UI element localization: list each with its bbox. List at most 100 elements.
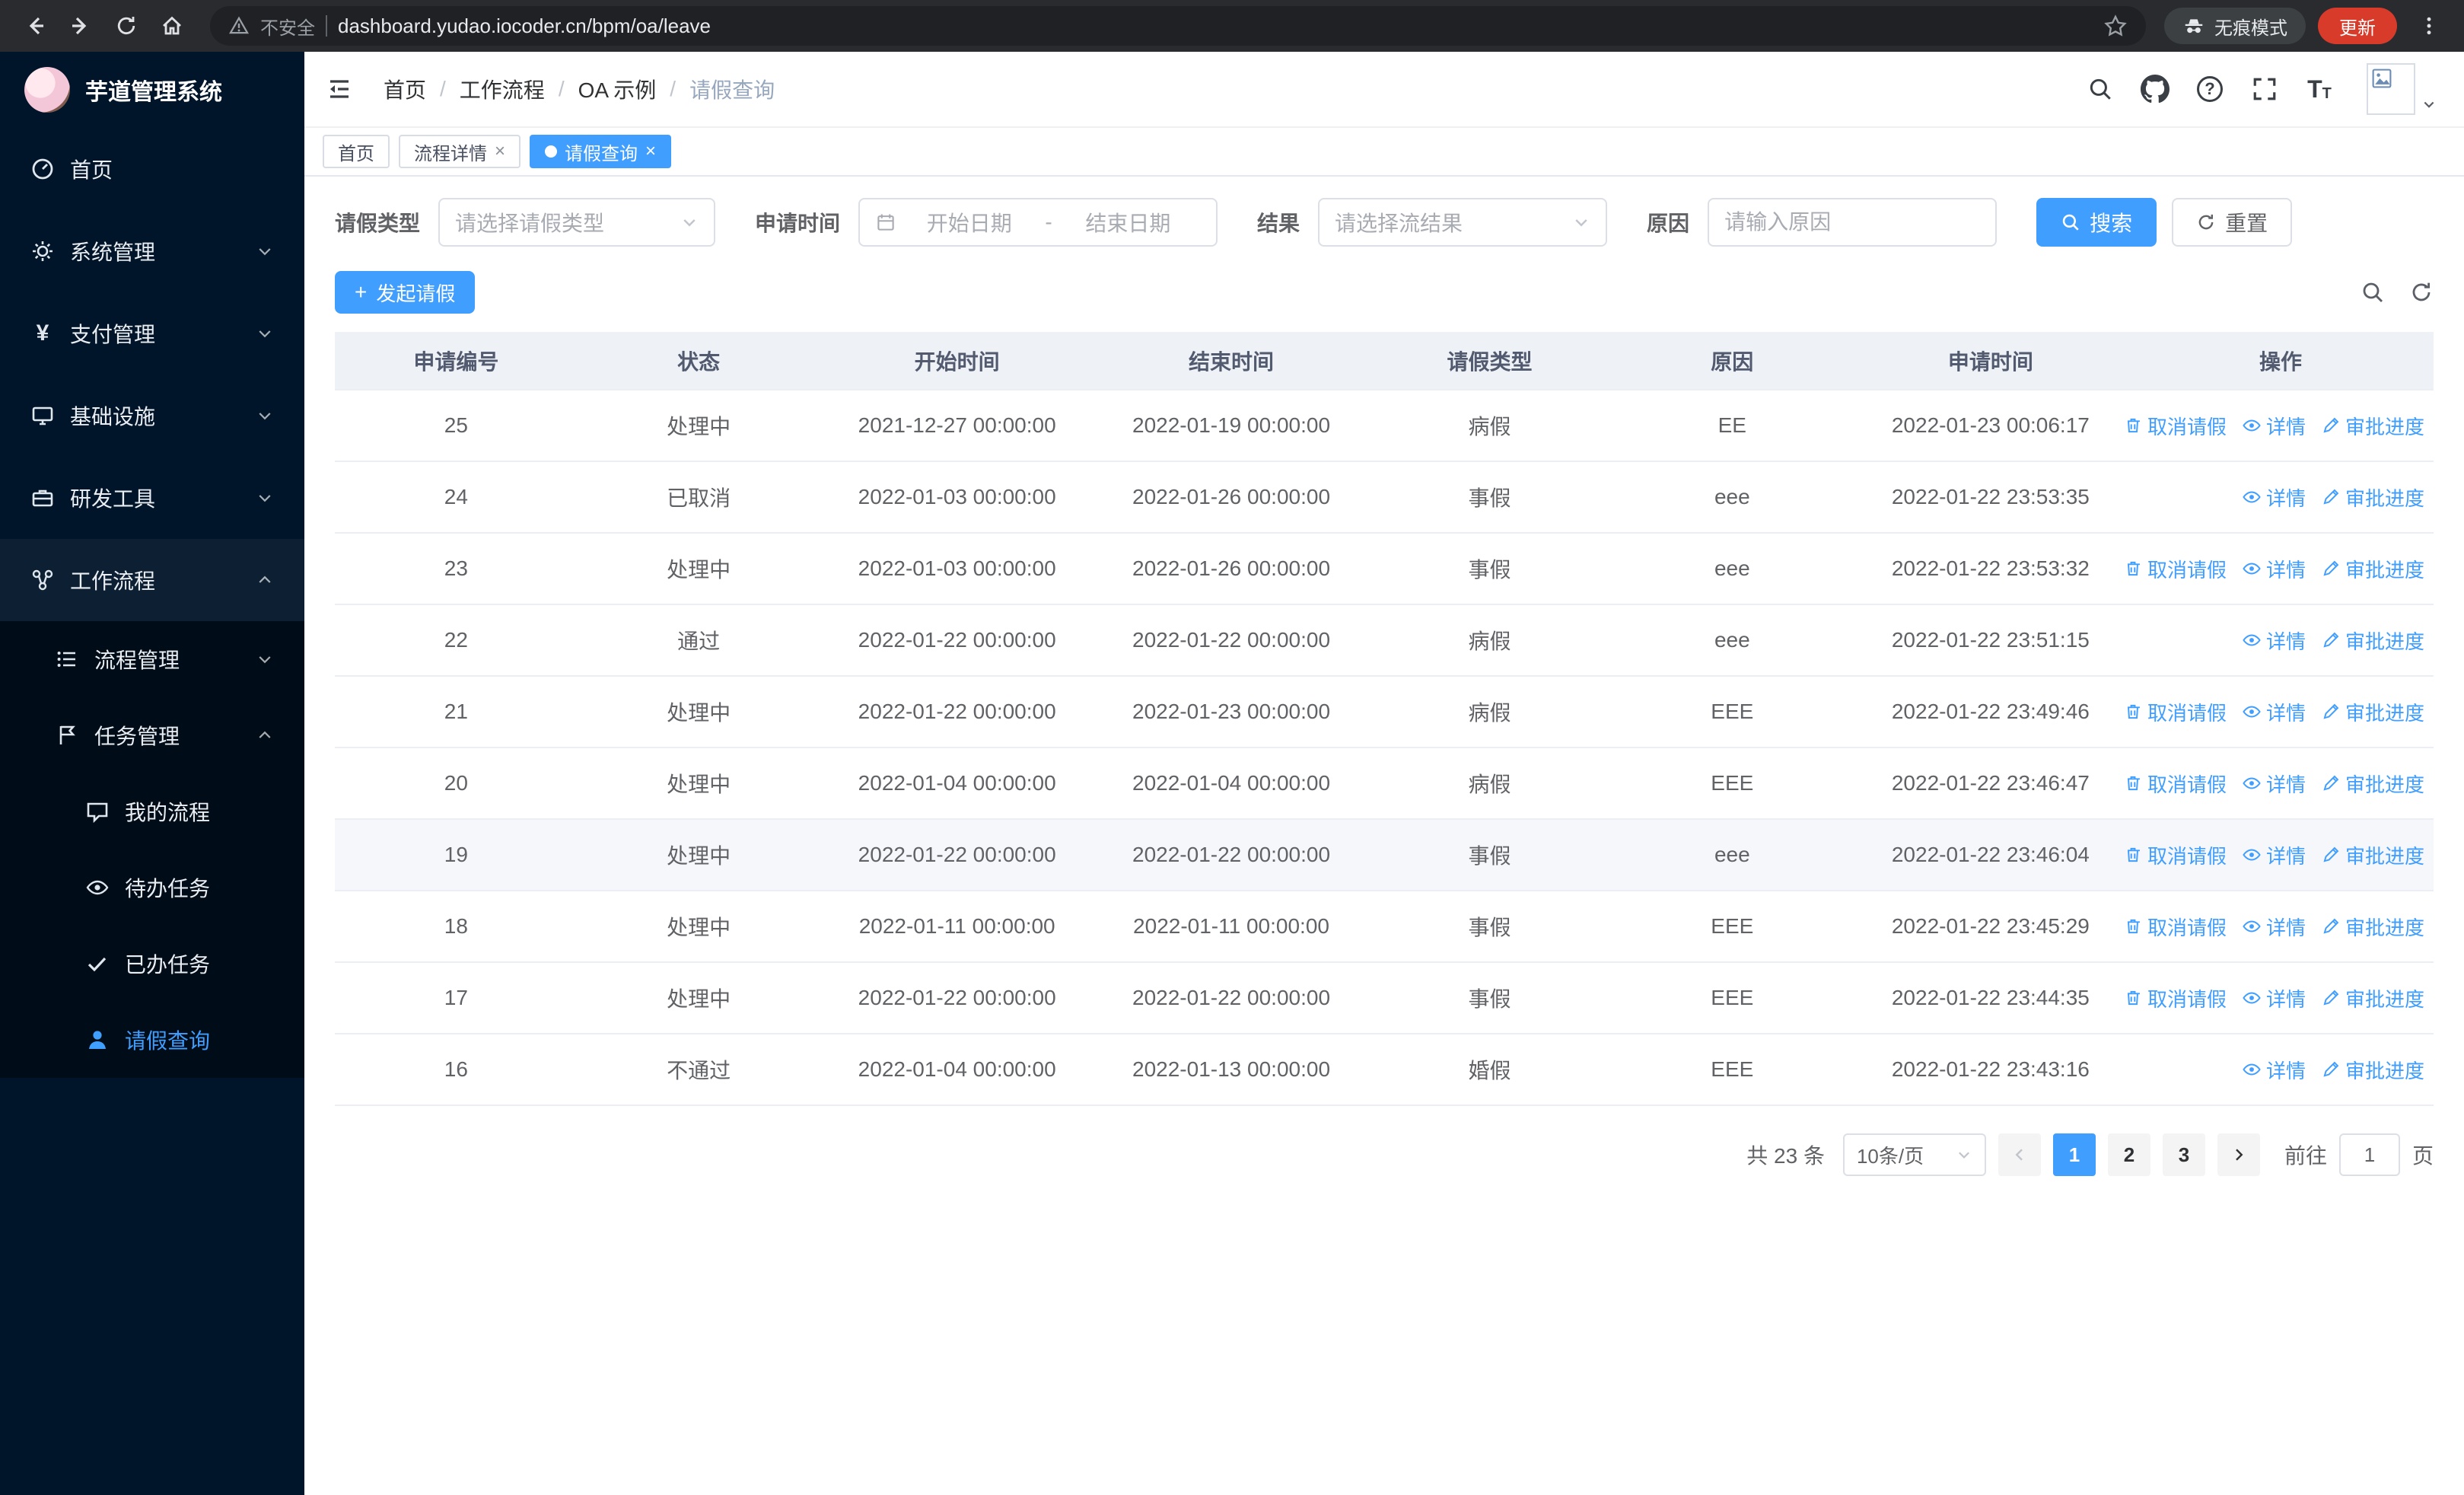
update-button[interactable]: 更新: [2318, 8, 2397, 44]
url-text: dashboard.yudao.iocoder.cn/bpm/oa/leave: [338, 14, 712, 37]
tab-leave-query[interactable]: 请假查询 ×: [530, 135, 672, 168]
sidebar-collapse-button[interactable]: [326, 75, 353, 103]
approval-progress-link[interactable]: 审批进度: [2321, 913, 2424, 941]
cancel-leave-link[interactable]: 取消请假: [2128, 698, 2227, 726]
bookmark-star-icon[interactable]: [2103, 14, 2128, 38]
fullscreen-button[interactable]: [2245, 69, 2284, 109]
table-header-row: 申请编号 状态 开始时间 结束时间 请假类型 原因 申请时间 操作: [335, 332, 2434, 390]
approval-progress-link[interactable]: 审批进度: [2321, 483, 2424, 512]
detail-link[interactable]: 详情: [2242, 412, 2306, 440]
detail-link[interactable]: 详情: [2242, 626, 2306, 655]
back-button[interactable]: [15, 6, 55, 46]
create-leave-button[interactable]: + 发起请假: [335, 271, 476, 314]
edit-pen-icon: [2323, 632, 2339, 648]
refresh-icon: [2412, 282, 2431, 301]
page-button-2[interactable]: 2: [2107, 1133, 2150, 1176]
sidebar-item-pending-tasks[interactable]: 待办任务: [0, 850, 304, 926]
sidebar-item-leave-query[interactable]: 请假查询: [0, 1002, 304, 1078]
sidebar-item-process-management[interactable]: 流程管理: [0, 621, 304, 697]
actions-cell: 取消请假 详情 审批进度: [2128, 841, 2434, 869]
calendar-icon: [877, 214, 894, 231]
forward-button[interactable]: [61, 6, 100, 46]
approval-progress-link[interactable]: 审批进度: [2321, 841, 2424, 869]
sidebar-item-workflow[interactable]: 工作流程: [0, 539, 304, 621]
eye-icon: [2243, 491, 2261, 503]
approval-progress-link[interactable]: 审批进度: [2321, 698, 2424, 726]
sidebar-item-payment[interactable]: ¥ 支付管理: [0, 292, 304, 375]
toggle-search-button[interactable]: [2361, 280, 2385, 304]
close-icon[interactable]: ×: [495, 142, 505, 161]
approval-progress-link[interactable]: 审批进度: [2321, 412, 2424, 440]
reason-label: 原因: [1647, 212, 1690, 235]
approval-progress-link[interactable]: 审批进度: [2321, 626, 2424, 655]
cancel-leave-link[interactable]: 取消请假: [2128, 984, 2227, 1012]
reason-input[interactable]: [1708, 198, 1998, 247]
chat-icon: [87, 802, 108, 824]
approval-progress-link[interactable]: 审批进度: [2321, 1056, 2424, 1084]
leave-type-select[interactable]: 请选择请假类型: [438, 198, 716, 247]
detail-link[interactable]: 详情: [2242, 555, 2306, 583]
approval-progress-link[interactable]: 审批进度: [2321, 555, 2424, 583]
cancel-leave-link[interactable]: 取消请假: [2128, 412, 2227, 440]
leave-table-body: 25 处理中 2021-12-27 00:00:00 2022-01-19 00…: [335, 390, 2434, 1106]
chevron-right-icon: [2236, 1149, 2243, 1161]
tab-process-detail[interactable]: 流程详情 ×: [399, 135, 521, 168]
next-page-button[interactable]: [2217, 1133, 2260, 1176]
cancel-leave-link[interactable]: 取消请假: [2128, 770, 2227, 798]
font-size-button[interactable]: TT: [2300, 69, 2339, 109]
page-button-3[interactable]: 3: [2162, 1133, 2205, 1176]
address-bar[interactable]: 不安全 dashboard.yudao.iocoder.cn/bpm/oa/le…: [210, 6, 2146, 46]
result-select[interactable]: 请选择流结果: [1318, 198, 1608, 247]
detail-link[interactable]: 详情: [2242, 984, 2306, 1012]
apply-time-range-picker[interactable]: 开始日期 - 结束日期: [858, 198, 1218, 247]
prev-page-button[interactable]: [1998, 1133, 2041, 1176]
sidebar-item-my-processes[interactable]: 我的流程: [0, 773, 304, 850]
goto-page-input[interactable]: [2338, 1133, 2400, 1176]
cancel-leave-link[interactable]: 取消请假: [2128, 555, 2227, 583]
help-button[interactable]: ?: [2190, 69, 2230, 109]
detail-link[interactable]: 详情: [2242, 841, 2306, 869]
detail-link[interactable]: 详情: [2242, 913, 2306, 941]
detail-link[interactable]: 详情: [2242, 698, 2306, 726]
approval-progress-link[interactable]: 审批进度: [2321, 770, 2424, 798]
reset-button[interactable]: 重置: [2172, 198, 2293, 247]
arrow-right-icon: [72, 17, 87, 35]
sidebar-item-done-tasks[interactable]: 已办任务: [0, 926, 304, 1002]
breadcrumb-home[interactable]: 首页: [384, 74, 426, 104]
chevron-up-icon: [259, 731, 271, 738]
reload-icon: [117, 17, 135, 35]
user-menu[interactable]: [2367, 63, 2437, 115]
approval-progress-link[interactable]: 审批进度: [2321, 984, 2424, 1012]
page-button-1[interactable]: 1: [2052, 1133, 2096, 1176]
page-size-select[interactable]: 10条/页: [1842, 1133, 1986, 1176]
refresh-table-button[interactable]: [2409, 280, 2434, 304]
chevron-down-icon: [1959, 1152, 1969, 1159]
detail-link[interactable]: 详情: [2242, 1056, 2306, 1084]
close-icon[interactable]: ×: [645, 142, 656, 161]
browser-menu-button[interactable]: [2409, 6, 2449, 46]
app-logo[interactable]: 芋道管理系统: [0, 52, 304, 128]
sidebar-item-system[interactable]: 系统管理: [0, 210, 304, 292]
sidebar-item-home[interactable]: 首页: [0, 128, 304, 210]
cancel-leave-link[interactable]: 取消请假: [2128, 841, 2227, 869]
breadcrumb-current: 请假查询: [689, 78, 775, 102]
edit-pen-icon: [2323, 918, 2339, 934]
app-title: 芋道管理系统: [85, 80, 222, 105]
breadcrumb-oa-example[interactable]: OA 示例: [578, 74, 657, 104]
cancel-leave-link[interactable]: 取消请假: [2128, 913, 2227, 941]
breadcrumb-separator: /: [440, 77, 446, 100]
sidebar-item-infrastructure[interactable]: 基础设施: [0, 375, 304, 457]
tab-home[interactable]: 首页: [323, 135, 390, 168]
reload-button[interactable]: [107, 6, 146, 46]
sidebar-item-task-management[interactable]: 任务管理: [0, 697, 304, 773]
github-link[interactable]: [2135, 69, 2175, 109]
home-button[interactable]: [152, 6, 192, 46]
detail-link[interactable]: 详情: [2242, 483, 2306, 512]
header-search-button[interactable]: [2080, 69, 2120, 109]
sidebar-item-dev-tools[interactable]: 研发工具: [0, 457, 304, 539]
actions-cell: 取消请假 详情 审批进度: [2128, 913, 2434, 941]
detail-link[interactable]: 详情: [2242, 770, 2306, 798]
search-button[interactable]: 搜索: [2036, 198, 2157, 247]
breadcrumb-workflow[interactable]: 工作流程: [460, 74, 545, 104]
delete-icon: [2128, 847, 2140, 862]
